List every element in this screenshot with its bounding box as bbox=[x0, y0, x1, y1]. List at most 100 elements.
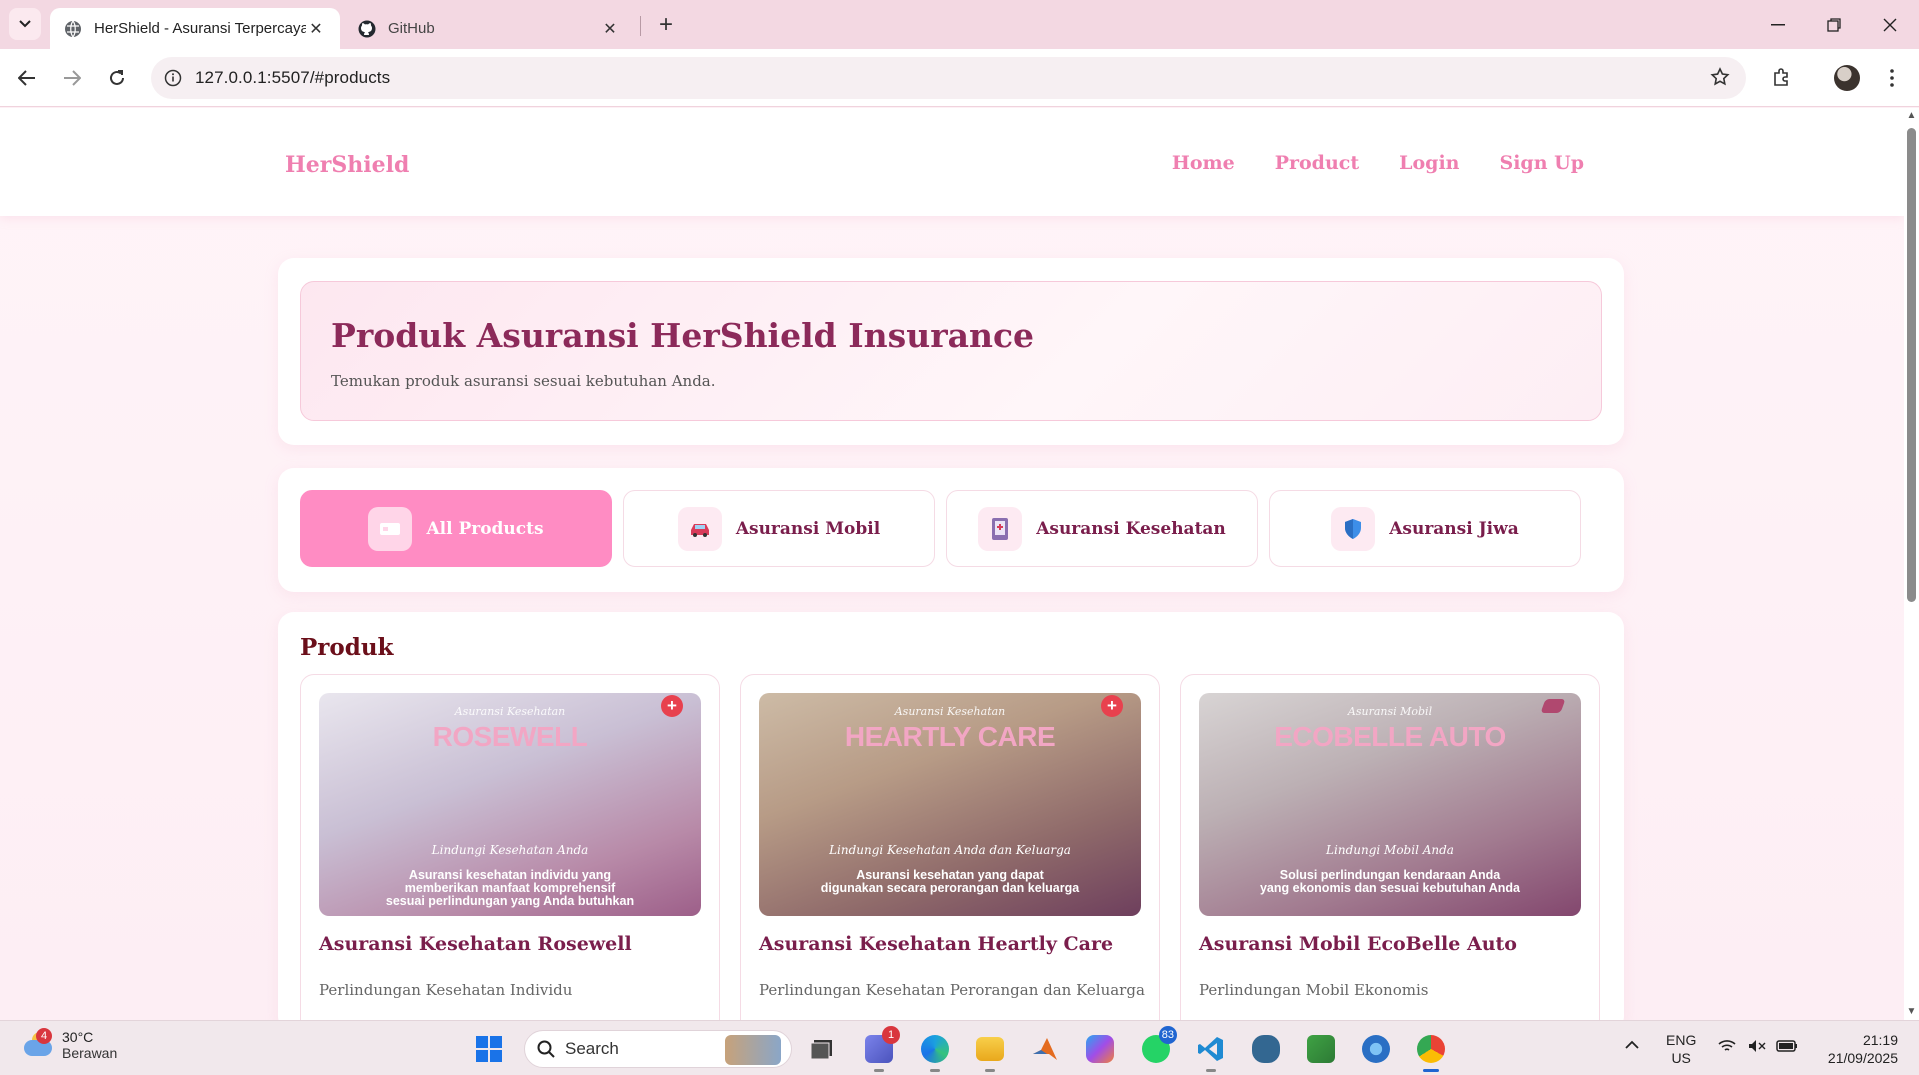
page-title: Produk Asuransi HerShield Insurance bbox=[331, 316, 1035, 355]
nav-login-link[interactable]: Login bbox=[1399, 152, 1459, 174]
close-tab-icon[interactable]: ✕ bbox=[600, 19, 620, 39]
search-highlight-image bbox=[725, 1035, 781, 1065]
product-subtitle: Perlindungan Mobil Ekonomis bbox=[1199, 981, 1429, 999]
profile-button[interactable] bbox=[1830, 61, 1864, 95]
matlab-app[interactable] bbox=[1026, 1030, 1064, 1068]
site-header: HerShield Home Product Login Sign Up bbox=[0, 108, 1904, 216]
scroll-down-icon[interactable]: ▼ bbox=[1906, 1006, 1917, 1017]
volume-muted-icon[interactable] bbox=[1748, 1039, 1766, 1056]
nav-signup-link[interactable]: Sign Up bbox=[1499, 152, 1584, 174]
minimize-button[interactable] bbox=[1750, 0, 1806, 49]
image-description: Asuransi kesehatan individu yang memberi… bbox=[385, 868, 635, 908]
globe-icon bbox=[65, 20, 81, 37]
puzzle-icon bbox=[1774, 68, 1788, 86]
filter-label: Asuransi Mobil bbox=[735, 518, 881, 539]
browser-menu-button[interactable] bbox=[1875, 61, 1909, 95]
product-name: Asuransi Mobil EcoBelle Auto bbox=[1199, 933, 1517, 955]
section-title: Produk bbox=[300, 634, 394, 661]
product-card-ecobelle-auto[interactable]: Asuransi Mobil ECOBELLE AUTO Lindungi Mo… bbox=[1180, 674, 1600, 1020]
filter-asuransi-kesehatan[interactable]: Asuransi Kesehatan bbox=[946, 490, 1258, 567]
image-description: Asuransi kesehatan yang dapat digunakan … bbox=[820, 868, 1080, 895]
visual-studio-app[interactable] bbox=[1302, 1030, 1340, 1068]
close-window-button[interactable] bbox=[1862, 0, 1918, 49]
nav-home-link[interactable]: Home bbox=[1172, 152, 1235, 174]
browser-app[interactable] bbox=[1357, 1030, 1395, 1068]
weather-widget[interactable]: 4 30°C Berawan bbox=[22, 1028, 118, 1061]
weather-badge: 4 bbox=[36, 1028, 52, 1044]
main-nav: Home Product Login Sign Up bbox=[1172, 152, 1584, 174]
edge-app[interactable] bbox=[916, 1030, 954, 1072]
file-explorer-app[interactable] bbox=[971, 1030, 1009, 1072]
product-section: Produk + Asuransi Kesehatan ROSEWELL Lin… bbox=[278, 612, 1624, 1020]
back-button[interactable] bbox=[10, 61, 44, 95]
close-tab-icon[interactable]: ✕ bbox=[306, 19, 326, 39]
page-scrollbar[interactable]: ▲ ▼ bbox=[1904, 108, 1919, 1020]
system-clock[interactable]: 21:19 21/09/2025 bbox=[1818, 1031, 1898, 1067]
category-filter-bar: All Products Asuransi Mobil Asuransi Kes… bbox=[278, 468, 1624, 592]
filter-all-products[interactable]: All Products bbox=[300, 490, 612, 567]
forward-button[interactable] bbox=[55, 61, 89, 95]
browser-tab-github[interactable]: GitHub ✕ bbox=[344, 8, 634, 49]
image-signature: Lindungi Mobil Anda bbox=[1326, 843, 1454, 857]
reload-button[interactable] bbox=[100, 61, 134, 95]
brand-logo[interactable]: HerShield bbox=[285, 152, 409, 178]
product-image: + Asuransi Kesehatan ROSEWELL Lindungi K… bbox=[319, 693, 701, 916]
search-icon bbox=[537, 1040, 555, 1058]
restore-button[interactable] bbox=[1806, 0, 1862, 49]
filter-asuransi-jiwa[interactable]: Asuransi Jiwa bbox=[1269, 490, 1581, 567]
bookmark-star-icon[interactable] bbox=[1710, 67, 1730, 92]
shield-icon bbox=[1331, 506, 1376, 551]
tab-title: HerShield - Asuransi Terpercaya bbox=[94, 20, 306, 37]
teams-app[interactable]: 1 bbox=[860, 1026, 900, 1072]
image-tagline: Asuransi Kesehatan bbox=[454, 705, 566, 718]
page-viewport: HerShield Home Product Login Sign Up Pro… bbox=[0, 108, 1904, 1020]
product-name: Asuransi Kesehatan Rosewell bbox=[319, 933, 632, 955]
globe-app-icon bbox=[1362, 1035, 1390, 1063]
image-tagline: Asuransi Kesehatan bbox=[894, 705, 1006, 718]
image-signature: Lindungi Kesehatan Anda bbox=[431, 843, 589, 857]
teams-badge: 1 bbox=[882, 1026, 900, 1044]
product-image: + Asuransi Kesehatan HEARTLY CARE Lindun… bbox=[759, 693, 1141, 916]
start-button[interactable] bbox=[470, 1030, 508, 1068]
product-card-heartly-care[interactable]: + Asuransi Kesehatan HEARTLY CARE Lindun… bbox=[740, 674, 1160, 1020]
product-image: Asuransi Mobil ECOBELLE AUTO Lindungi Mo… bbox=[1199, 693, 1581, 916]
show-hidden-icons-button[interactable] bbox=[1625, 1037, 1639, 1052]
browser-tab-strip: HerShield - Asuransi Terpercaya ✕ GitHub… bbox=[0, 0, 1919, 49]
language-indicator[interactable]: ENG US bbox=[1666, 1031, 1696, 1067]
image-tagline: Asuransi Mobil bbox=[1347, 705, 1433, 718]
product-name: Asuransi Kesehatan Heartly Care bbox=[759, 933, 1114, 955]
site-info-icon[interactable] bbox=[151, 69, 195, 87]
scroll-up-icon[interactable]: ▲ bbox=[1906, 110, 1917, 121]
weather-icon: 4 bbox=[22, 1028, 52, 1060]
vscode-app[interactable] bbox=[1192, 1030, 1230, 1072]
product-card-rosewell[interactable]: + Asuransi Kesehatan ROSEWELL Lindungi K… bbox=[300, 674, 720, 1020]
address-bar[interactable]: 127.0.0.1:5507/#products bbox=[151, 57, 1746, 99]
postgresql-app[interactable] bbox=[1247, 1030, 1285, 1068]
chrome-app[interactable] bbox=[1412, 1030, 1450, 1072]
tab-search-button[interactable] bbox=[9, 8, 41, 40]
whatsapp-app[interactable]: 83 bbox=[1137, 1026, 1177, 1068]
browser-tab-hershield[interactable]: HerShield - Asuransi Terpercaya ✕ bbox=[50, 8, 340, 49]
extensions-button[interactable] bbox=[1765, 61, 1799, 95]
url-text: 127.0.0.1:5507/#products bbox=[195, 68, 391, 87]
tab-divider bbox=[640, 16, 641, 36]
copilot-app[interactable] bbox=[1081, 1030, 1119, 1068]
task-view-button[interactable] bbox=[803, 1030, 841, 1068]
whatsapp-badge: 83 bbox=[1158, 1026, 1177, 1044]
chevron-down-icon bbox=[19, 20, 31, 28]
filter-label: Asuransi Kesehatan bbox=[1036, 518, 1226, 539]
page-subtitle: Temukan produk asuransi sesuai kebutuhan… bbox=[331, 372, 716, 390]
new-tab-button[interactable]: + bbox=[652, 11, 680, 39]
arrow-left-icon bbox=[18, 70, 35, 86]
browser-toolbar: 127.0.0.1:5507/#products bbox=[0, 49, 1919, 107]
filter-asuransi-mobil[interactable]: Asuransi Mobil bbox=[623, 490, 935, 567]
weather-condition: Berawan bbox=[62, 1045, 118, 1061]
scrollbar-thumb[interactable] bbox=[1907, 128, 1916, 602]
nav-product-link[interactable]: Product bbox=[1275, 152, 1359, 174]
wifi-icon[interactable] bbox=[1718, 1039, 1736, 1056]
battery-icon[interactable] bbox=[1776, 1039, 1798, 1056]
image-headline: ECOBELLE AUTO bbox=[1274, 721, 1506, 752]
restore-icon bbox=[1827, 17, 1841, 32]
kebab-menu-icon bbox=[1890, 69, 1894, 87]
taskbar-search[interactable]: Search bbox=[524, 1030, 792, 1068]
